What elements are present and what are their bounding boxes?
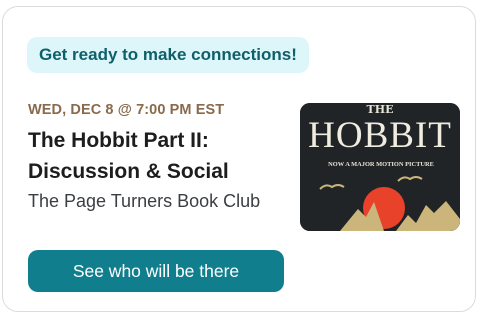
- event-title-line-1: The Hobbit Part II:: [28, 129, 209, 152]
- promo-banner: Get ready to make connections!: [27, 37, 309, 73]
- event-date: WED, DEC 8 @ 7:00 PM EST: [28, 102, 225, 118]
- event-card[interactable]: Get ready to make connections! WED, DEC …: [2, 6, 476, 312]
- event-title[interactable]: The Hobbit Part II: Discussion & Social: [28, 125, 288, 187]
- book-cover-image: THE HOBBIT NOW A MAJOR MOTION PICTURE: [300, 103, 460, 231]
- event-title-line-2: Discussion & Social: [28, 160, 229, 183]
- event-host: The Page Turners Book Club: [28, 191, 261, 211]
- cover-tagline: NOW A MAJOR MOTION PICTURE: [328, 161, 434, 168]
- cover-big-title: HOBBIT: [308, 115, 452, 156]
- book-cover-art: THE HOBBIT NOW A MAJOR MOTION PICTURE: [300, 103, 460, 231]
- see-attendees-button[interactable]: See who will be there: [28, 250, 284, 292]
